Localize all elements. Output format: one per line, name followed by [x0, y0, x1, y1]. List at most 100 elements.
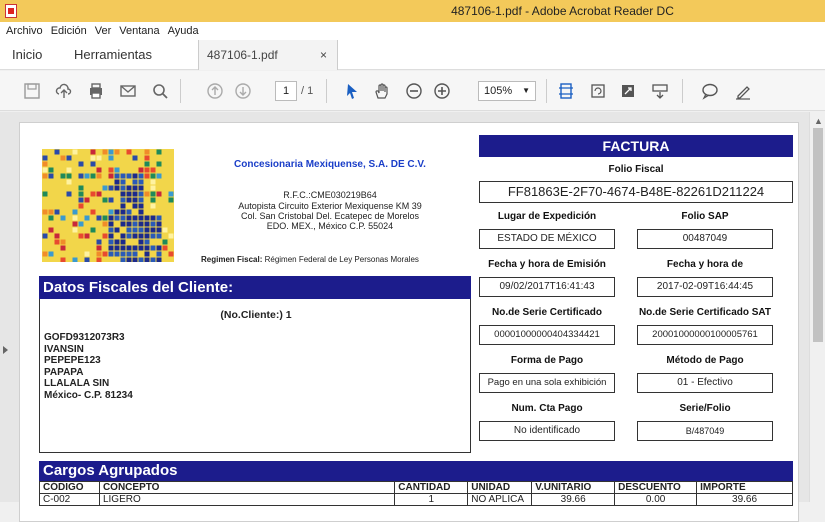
cargos-table: CÓDIGO CONCEPTO CANTIDAD UNIDAD V.UNITAR…: [39, 481, 793, 506]
factura-title: FACTURA: [479, 135, 793, 157]
menu-archivo[interactable]: Archivo: [0, 22, 47, 37]
highlight-pen-icon[interactable]: [733, 81, 753, 101]
lugar-expedicion-label: Lugar de Expedición: [497, 211, 597, 222]
serie-folio-label: Serie/Folio: [679, 403, 731, 414]
save-icon[interactable]: [22, 81, 42, 101]
col-header-unidad: UNIDAD: [467, 481, 533, 494]
next-page-icon[interactable]: [233, 81, 253, 101]
scrollbar-thumb[interactable]: [813, 128, 823, 342]
col-header-importe: IMPORTE: [696, 481, 793, 494]
cell-unidad: NO APLICA: [467, 493, 533, 506]
tab-document[interactable]: 487106-1.pdf ×: [198, 40, 338, 70]
col-header-descuento: DESCUENTO: [614, 481, 698, 494]
col-header-cantidad: CANTIDAD: [394, 481, 469, 494]
regimen-value: Régimen Federal de Ley Personas Morales: [264, 255, 419, 264]
client-line-3: PEPEPE123: [44, 355, 101, 366]
zoom-level-dropdown[interactable]: 105% ▼: [478, 81, 536, 101]
regimen-label: Regimen Fiscal:: [201, 255, 263, 264]
lugar-expedicion-value: ESTADO DE MÉXICO: [479, 229, 615, 249]
email-icon[interactable]: [118, 81, 138, 101]
serie-certificado-label: No.de Serie Certificado: [491, 307, 603, 318]
rotate-view-icon[interactable]: [588, 81, 608, 101]
company-name: Concesionaria Mexiquense, S.A. DE C.V.: [234, 159, 426, 170]
comment-icon[interactable]: [700, 81, 720, 101]
cell-concepto: LIGERO: [98, 493, 396, 506]
hand-tool-icon[interactable]: [372, 81, 392, 101]
forma-pago-label: Forma de Pago: [510, 355, 584, 366]
menu-ver[interactable]: Ver: [91, 22, 116, 37]
client-postal: México- C.P. 81234: [44, 389, 133, 401]
regimen-fiscal: Regimen Fiscal: Régimen Federal de Ley P…: [201, 255, 481, 264]
print-icon[interactable]: [86, 81, 106, 101]
zoom-level-value: 105%: [484, 85, 513, 97]
tab-document-label: 487106-1.pdf: [207, 48, 278, 62]
page-total: / 1: [301, 85, 314, 97]
close-tab-icon[interactable]: ×: [320, 40, 327, 70]
previous-page-icon[interactable]: [205, 81, 225, 101]
tab-home[interactable]: Inicio: [12, 40, 42, 70]
menu-ayuda[interactable]: Ayuda: [164, 22, 203, 37]
serie-certificado-value: 00001000000404334421: [479, 325, 615, 345]
tab-bar: Inicio Herramientas 487106-1.pdf ×: [0, 40, 825, 70]
client-line-5: LLALALA SIN: [44, 378, 110, 389]
scroll-up-arrow-icon[interactable]: ▲: [814, 116, 823, 126]
folio-sap-label: Folio SAP: [681, 211, 729, 222]
company-address-2: Col. San Cristobal Del. Ecatepec de More…: [240, 211, 420, 221]
toolbar: 1 / 1 105% ▼: [0, 71, 825, 111]
client-line-4: PAPAPA: [44, 366, 84, 378]
folio-fiscal-label: Folio Fiscal: [608, 164, 664, 175]
document-viewer[interactable]: Concesionaria Mexiquense, S.A. DE C.V. R…: [0, 112, 825, 522]
fecha-emision-label: Fecha y hora de Emisión: [488, 259, 606, 270]
company-rfc: R.F.C.:CME030219B64: [283, 190, 377, 200]
menu-ventana[interactable]: Ventana: [115, 22, 163, 37]
toolbar-separator: [180, 79, 181, 103]
fecha-certificacion-label: Fecha y hora de: [666, 259, 744, 270]
client-section-header: Datos Fiscales del Cliente:: [39, 276, 471, 299]
cargos-section-header: Cargos Agrupados: [39, 461, 793, 481]
page-number-input[interactable]: 1: [275, 81, 297, 101]
toolbar-separator: [326, 79, 327, 103]
num-cta-pago-label: Num. Cta Pago: [511, 403, 583, 414]
client-details: GOFD9312073R3 IVANSIN PEPEPE123 PAPAPA L…: [44, 332, 133, 401]
folio-sap-value: 00487049: [637, 229, 773, 249]
read-mode-icon[interactable]: [650, 81, 670, 101]
select-cursor-icon[interactable]: [342, 81, 362, 101]
cell-vunitario: 39.66: [531, 493, 616, 506]
serie-certificado-sat-value: 20001000000100005761: [637, 325, 773, 345]
pdf-page: Concesionaria Mexiquense, S.A. DE C.V. R…: [19, 122, 799, 522]
cloud-upload-icon[interactable]: [54, 81, 74, 101]
client-number: (No.Cliente:) 1: [220, 309, 292, 321]
client-rfc: GOFD9312073R3: [44, 332, 125, 343]
fecha-certificacion-value: 2017-02-09T16:44:45: [637, 277, 773, 297]
num-cta-pago-value: No identificado: [479, 421, 615, 441]
left-pane-toggle[interactable]: [0, 112, 10, 502]
window-title: 487106-1.pdf - Adobe Acrobat Reader DC: [451, 4, 674, 18]
cell-codigo: C-002: [39, 493, 100, 506]
search-icon[interactable]: [150, 81, 170, 101]
toolbar-separator: [682, 79, 683, 103]
serie-folio-value: B/487049: [637, 421, 773, 441]
table-row: C-002 LIGERO 1 NO APLICA 39.66 0.00 39.6…: [39, 493, 793, 506]
zoom-out-icon[interactable]: [404, 81, 424, 101]
serie-certificado-sat-label: No.de Serie Certificado SAT: [638, 307, 772, 318]
chevron-down-icon: ▼: [522, 86, 530, 95]
menu-bar: Archivo Edición Ver Ventana Ayuda: [0, 22, 825, 40]
fecha-emision-value: 09/02/2017T16:41:43: [479, 277, 615, 297]
col-header-concepto: CONCEPTO: [98, 481, 396, 494]
vertical-scrollbar[interactable]: ▲: [809, 112, 825, 502]
folio-fiscal-value: FF81863E-2F70-4674-B48E-82261D211224: [479, 181, 793, 203]
cell-importe: 39.66: [696, 493, 793, 506]
client-box: (No.Cliente:) 1 GOFD9312073R3 IVANSIN PE…: [39, 299, 471, 453]
zoom-in-icon[interactable]: [432, 81, 452, 101]
table-header-row: CÓDIGO CONCEPTO CANTIDAD UNIDAD V.UNITAR…: [39, 481, 793, 494]
toolbar-separator: [546, 79, 547, 103]
forma-pago-value: Pago en una sola exhibición: [479, 373, 615, 393]
col-header-vunitario: V.UNITARIO: [531, 481, 616, 494]
col-header-codigo: CÓDIGO: [39, 481, 100, 494]
menu-edicion[interactable]: Edición: [47, 22, 91, 37]
full-screen-icon[interactable]: [618, 81, 638, 101]
tab-tools[interactable]: Herramientas: [74, 40, 152, 70]
client-name: IVANSIN: [44, 343, 84, 355]
expand-arrow-icon: [3, 346, 8, 354]
fit-page-icon[interactable]: [556, 81, 576, 101]
